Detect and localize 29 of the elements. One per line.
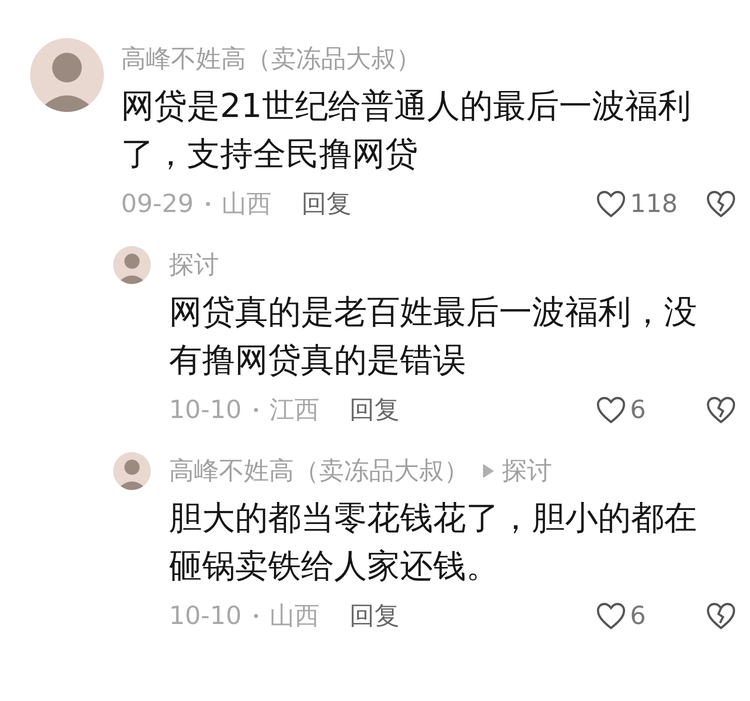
like-count: 118 (630, 188, 679, 220)
heart-icon[interactable] (596, 396, 626, 424)
comment-text: 胆大的都当零花钱花了，胆小的都在砸锅卖铁给人家还钱。 (169, 497, 698, 587)
reply-link[interactable]: 回复 (350, 597, 400, 635)
broken-heart-icon[interactable] (706, 396, 736, 424)
comment-date: 09-29 (121, 188, 194, 220)
play-icon (483, 464, 494, 478)
broken-heart-icon[interactable] (706, 602, 736, 630)
reply-link[interactable]: 回复 (350, 391, 400, 429)
author-name: 探讨 (169, 249, 219, 281)
comment-date: 10-10 (169, 394, 242, 426)
comment-date: 10-10 (169, 600, 242, 632)
comment-region: 山西 (222, 188, 272, 220)
like-count: 6 (630, 600, 647, 632)
avatar[interactable] (113, 452, 151, 490)
comment-text: 网贷真的是老百姓最后一波福利，没有撸网贷真的是错误 (169, 291, 698, 381)
avatar[interactable] (30, 38, 104, 112)
comment-region: 山西 (270, 600, 320, 632)
comment-text: 网贷是21世纪给普通人的最后一波福利了，支持全民撸网贷 (121, 85, 692, 175)
broken-heart-icon[interactable] (706, 190, 736, 218)
heart-icon[interactable] (596, 602, 626, 630)
comment-region: 江西 (270, 394, 320, 426)
heart-icon[interactable] (596, 190, 626, 218)
author-name: 探讨 (502, 455, 552, 487)
author-name: 高峰不姓高（卖冻品大叔） (169, 455, 469, 487)
like-count: 6 (630, 394, 647, 426)
reply-link[interactable]: 回复 (302, 185, 352, 223)
avatar[interactable] (113, 246, 151, 284)
author-name: 高峰不姓高（卖冻品大叔） (121, 43, 421, 75)
